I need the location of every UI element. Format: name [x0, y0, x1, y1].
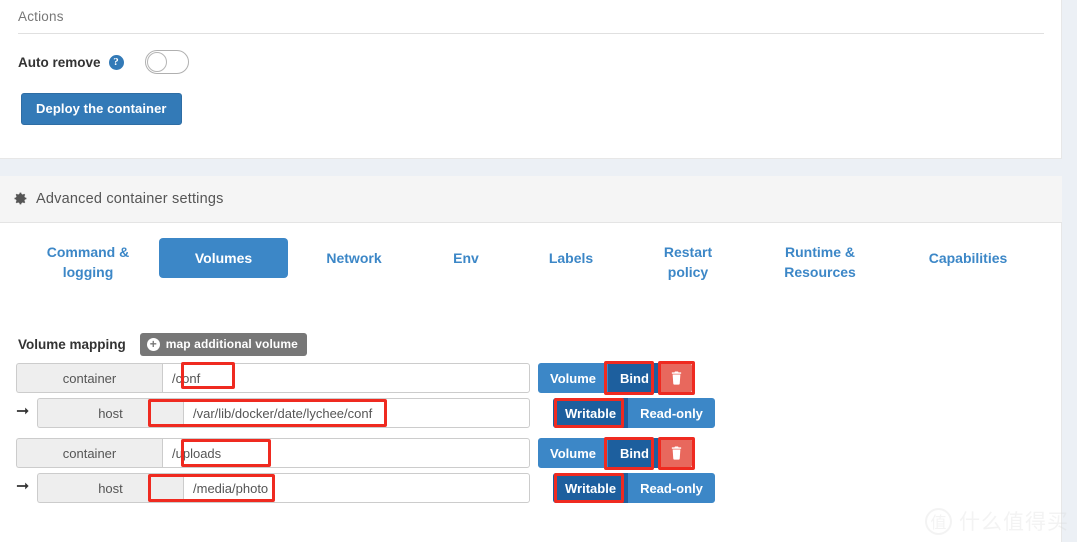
host-path-input-1[interactable]: /var/lib/docker/date/lychee/conf [183, 398, 530, 428]
gear-icon [12, 191, 28, 207]
volume-access-writable-button-1[interactable]: Writable [553, 398, 629, 428]
container-addon-label-2: container [16, 438, 162, 468]
app-root: Actions Auto remove ? Deploy the contain… [0, 0, 1077, 542]
settings-tabs: Command & logging Volumes Network Env La… [0, 238, 1062, 294]
auto-remove-toggle[interactable] [144, 50, 189, 74]
actions-section-title: Actions [18, 9, 64, 24]
question-circle-icon[interactable]: ? [108, 54, 124, 70]
volume-type-volume-button-1[interactable]: Volume [538, 363, 608, 393]
tab-runtime-resources[interactable]: Runtime & Resources [766, 238, 874, 286]
container-path-group-2: container /uploads [16, 438, 530, 468]
tab-restart-policy[interactable]: Restart policy [645, 238, 731, 286]
volume-type-bind-button-2[interactable]: Bind [608, 438, 661, 468]
advanced-settings-title: Advanced container settings [36, 191, 224, 207]
tab-command-logging[interactable]: Command & logging [30, 238, 146, 286]
deploy-container-button[interactable]: Deploy the container [21, 93, 182, 125]
tab-capabilities[interactable]: Capabilities [906, 238, 1030, 278]
volume-access-group-1: Writable Read-only [553, 398, 715, 428]
volume-type-volume-button-2[interactable]: Volume [538, 438, 608, 468]
arrow-right-icon-1: ➞ [16, 403, 30, 420]
trash-icon [671, 446, 681, 460]
tab-volumes[interactable]: Volumes [159, 238, 288, 278]
volume-mapping-header: Volume mapping + map additional volume [18, 333, 307, 356]
advanced-settings-panel: Advanced container settings Command & lo… [0, 176, 1062, 542]
actions-panel: Actions Auto remove ? Deploy the contain… [0, 0, 1062, 159]
plus-circle-icon: + [146, 337, 160, 351]
delete-volume-button-2[interactable] [660, 438, 692, 468]
arrow-right-icon-2: ➞ [16, 478, 30, 495]
delete-volume-button-1[interactable] [660, 363, 692, 393]
auto-remove-label: Auto remove [18, 54, 101, 70]
container-path-group-1: container /conf [16, 363, 530, 393]
host-path-group-1: host /var/lib/docker/date/lychee/conf [37, 398, 530, 428]
volume-access-readonly-button-1[interactable]: Read-only [628, 398, 715, 428]
volume-row-container-2: container /uploads Volume Bind [0, 438, 1062, 468]
volume-access-readonly-button-2[interactable]: Read-only [628, 473, 715, 503]
volume-type-group-1: Volume Bind [538, 363, 661, 393]
map-additional-volume-label: map additional volume [165, 337, 298, 351]
container-path-input-2[interactable]: /uploads [162, 438, 530, 468]
map-additional-volume-button[interactable]: + map additional volume [139, 333, 307, 356]
host-path-input-2[interactable]: /media/photo [183, 473, 530, 503]
volume-mapping-label: Volume mapping [18, 337, 126, 352]
volume-row-host-2: ➞ host /media/photo Writable Read-only [0, 473, 1062, 503]
volume-access-group-2: Writable Read-only [553, 473, 715, 503]
volume-type-group-2: Volume Bind [538, 438, 661, 468]
host-addon-label-2: host [37, 473, 183, 503]
tab-labels[interactable]: Labels [527, 238, 615, 278]
host-addon-label-1: host [37, 398, 183, 428]
actions-divider [18, 33, 1044, 34]
trash-icon [671, 371, 681, 385]
container-addon-label-1: container [16, 363, 162, 393]
watermark: 值 什么值得买 [925, 506, 1069, 536]
toggle-knob [146, 52, 167, 72]
volume-row-container-1: container /conf Volume Bind [0, 363, 1062, 393]
watermark-badge: 值 [925, 507, 952, 535]
container-path-input-1[interactable]: /conf [162, 363, 530, 393]
auto-remove-row: Auto remove ? [18, 50, 189, 74]
tab-env[interactable]: Env [432, 238, 500, 278]
volume-type-bind-button-1[interactable]: Bind [608, 363, 661, 393]
volume-row-host-1: ➞ host /var/lib/docker/date/lychee/conf … [0, 398, 1062, 428]
volume-access-writable-button-2[interactable]: Writable [553, 473, 629, 503]
host-path-group-2: host /media/photo [37, 473, 530, 503]
tab-network[interactable]: Network [305, 238, 403, 278]
advanced-settings-header: Advanced container settings [0, 176, 1062, 223]
watermark-text: 什么值得买 [959, 510, 1069, 534]
